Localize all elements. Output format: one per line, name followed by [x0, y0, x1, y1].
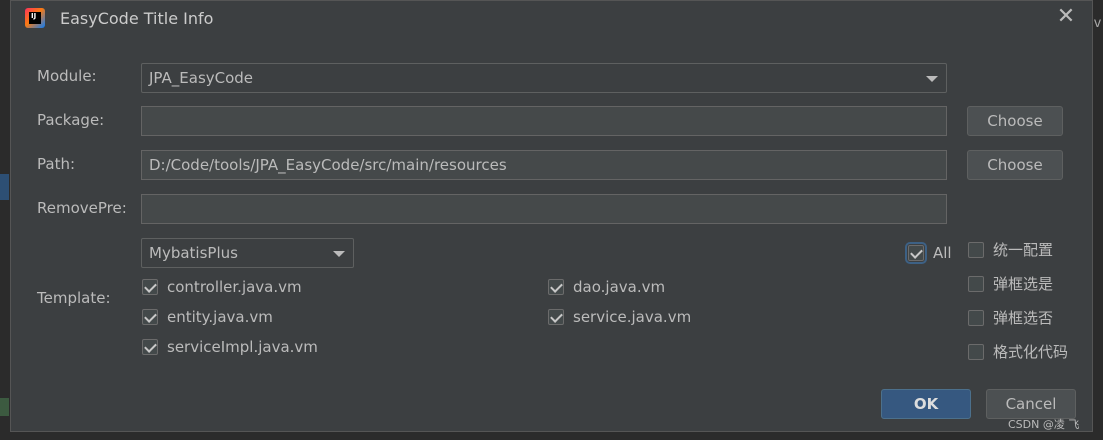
ide-background-text: v: [1094, 14, 1101, 30]
ok-button[interactable]: OK: [881, 389, 971, 419]
checkbox-icon: [968, 275, 984, 292]
checkbox-icon: [968, 343, 984, 360]
checkbox-icon: [142, 309, 158, 325]
checkbox-icon: [142, 339, 158, 355]
template-item-serviceimpl[interactable]: serviceImpl.java.vm: [142, 338, 318, 356]
option-unified-config[interactable]: 统一配置: [968, 239, 1053, 260]
option-label: 格式化代码: [993, 343, 1069, 361]
path-choose-button[interactable]: Choose: [967, 150, 1063, 180]
template-group-dropdown[interactable]: MybatisPlus: [141, 238, 354, 268]
close-icon[interactable]: ✕: [1056, 6, 1076, 28]
checkbox-icon: [548, 309, 564, 325]
checkbox-icon: [905, 242, 927, 264]
package-label: Package:: [37, 111, 105, 129]
module-label: Module:: [37, 67, 97, 85]
template-item-dao[interactable]: dao.java.vm: [548, 278, 665, 296]
option-dialog-no[interactable]: 弹框选否: [968, 307, 1053, 328]
template-item-service[interactable]: service.java.vm: [548, 308, 691, 326]
module-dropdown[interactable]: JPA_EasyCode: [141, 63, 947, 93]
watermark-text: CSDN @凌 飞: [1008, 418, 1080, 431]
template-item-label: entity.java.vm: [167, 308, 273, 326]
dialog-title: EasyCode Title Info: [60, 9, 214, 28]
template-item-label: service.java.vm: [573, 308, 692, 326]
option-dialog-yes[interactable]: 弹框选是: [968, 273, 1053, 294]
package-input[interactable]: [141, 106, 947, 136]
ide-background-left: [0, 0, 10, 440]
removepre-input[interactable]: [141, 194, 947, 224]
template-item-controller[interactable]: controller.java.vm: [142, 278, 302, 296]
ide-background-right: [1093, 0, 1103, 440]
template-group-value: MybatisPlus: [149, 244, 238, 262]
option-label: 弹框选是: [993, 275, 1054, 293]
removepre-label: RemovePre:: [37, 199, 127, 217]
cancel-button[interactable]: Cancel: [986, 389, 1076, 419]
checkbox-icon: [548, 279, 564, 295]
package-choose-button[interactable]: Choose: [967, 106, 1063, 136]
checkbox-icon: [968, 241, 984, 258]
template-item-label: serviceImpl.java.vm: [167, 338, 318, 356]
ide-selection-marker: [0, 174, 9, 200]
chevron-down-icon: [333, 251, 345, 257]
module-value: JPA_EasyCode: [149, 69, 254, 87]
jetbrains-idea-icon: IJ: [25, 8, 45, 28]
template-item-label: dao.java.vm: [573, 278, 666, 296]
easycode-dialog: IJ EasyCode Title Info ✕ Module: JPA_Eas…: [10, 0, 1093, 432]
ide-status-marker: [0, 398, 9, 416]
option-label: 统一配置: [993, 241, 1054, 259]
template-item-entity[interactable]: entity.java.vm: [142, 308, 273, 326]
title-bar[interactable]: IJ EasyCode Title Info ✕: [11, 1, 1092, 39]
option-format-code[interactable]: 格式化代码: [968, 341, 1068, 362]
template-label: Template:: [37, 289, 111, 307]
path-label: Path:: [37, 155, 76, 173]
select-all-checkbox[interactable]: All: [905, 242, 952, 264]
path-input[interactable]: D:/Code/tools/JPA_EasyCode/src/main/reso…: [141, 150, 947, 180]
option-label: 弹框选否: [993, 309, 1054, 327]
checkbox-icon: [968, 309, 984, 326]
template-item-label: controller.java.vm: [167, 278, 302, 296]
select-all-label: All: [933, 244, 952, 262]
checkbox-icon: [142, 279, 158, 295]
chevron-down-icon: [926, 76, 938, 82]
